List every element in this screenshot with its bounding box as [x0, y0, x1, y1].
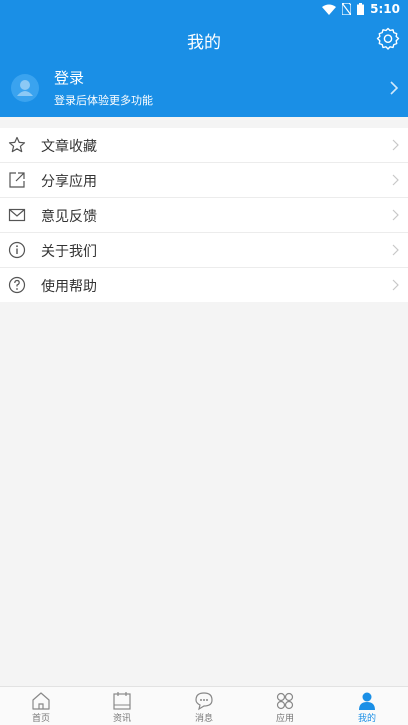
tab-label: 应用 [275, 714, 294, 724]
tab-home[interactable]: 首页 [0, 687, 82, 725]
settings-menu: 文章收藏 分享应用 意见反馈 关于我们 使用帮助 [0, 128, 408, 302]
help-icon [8, 276, 26, 294]
menu-item-share[interactable]: 分享应用 [0, 163, 408, 198]
no-sim-icon [342, 3, 352, 15]
menu-item-label: 文章收藏 [41, 139, 97, 155]
wifi-icon [322, 4, 337, 15]
tab-me[interactable]: 我的 [326, 687, 408, 725]
menu-item-label: 关于我们 [41, 244, 97, 260]
page-title: 我的 [187, 33, 221, 53]
chat-icon [195, 692, 213, 711]
star-icon [8, 136, 26, 153]
login-subtitle: 登录后体验更多功能 [54, 94, 153, 107]
user-icon [17, 80, 33, 96]
chevron-right-icon [392, 244, 399, 256]
tab-apps[interactable]: 应用 [244, 687, 326, 725]
menu-item-label: 使用帮助 [41, 279, 97, 295]
apps-icon [276, 692, 294, 710]
chevron-right-icon [392, 279, 399, 291]
chevron-right-icon [390, 81, 399, 95]
app-header: 我的 [0, 18, 408, 60]
tab-label: 资讯 [112, 714, 131, 724]
login-label: 登录 [54, 69, 85, 87]
tab-label: 我的 [357, 714, 376, 724]
status-bar: 5:10 [0, 0, 408, 18]
calendar-icon [113, 692, 131, 710]
battery-icon [357, 3, 365, 15]
status-time: 5:10 [370, 2, 400, 16]
avatar [11, 74, 39, 102]
chevron-right-icon [392, 139, 399, 151]
info-icon [8, 241, 26, 259]
menu-item-favorites[interactable]: 文章收藏 [0, 128, 408, 163]
gear-icon[interactable] [376, 27, 400, 51]
share-icon [9, 172, 25, 188]
tab-messages[interactable]: 消息 [163, 687, 245, 725]
login-card[interactable]: 登录 登录后体验更多功能 [0, 60, 408, 117]
menu-item-label: 分享应用 [41, 174, 97, 190]
menu-item-label: 意见反馈 [41, 209, 97, 225]
menu-item-feedback[interactable]: 意见反馈 [0, 198, 408, 233]
menu-item-about[interactable]: 关于我们 [0, 233, 408, 268]
user-icon [359, 692, 375, 710]
tab-label: 首页 [31, 714, 50, 724]
bottom-tab-bar: 首页 资讯 消息 应用 我的 [0, 686, 408, 725]
chevron-right-icon [392, 174, 399, 186]
menu-item-help[interactable]: 使用帮助 [0, 268, 408, 302]
mail-icon [8, 208, 26, 222]
tab-label: 消息 [194, 714, 213, 724]
home-icon [32, 692, 50, 710]
status-icons: 5:10 [322, 2, 400, 16]
chevron-right-icon [392, 209, 399, 221]
tab-news[interactable]: 资讯 [81, 687, 163, 725]
